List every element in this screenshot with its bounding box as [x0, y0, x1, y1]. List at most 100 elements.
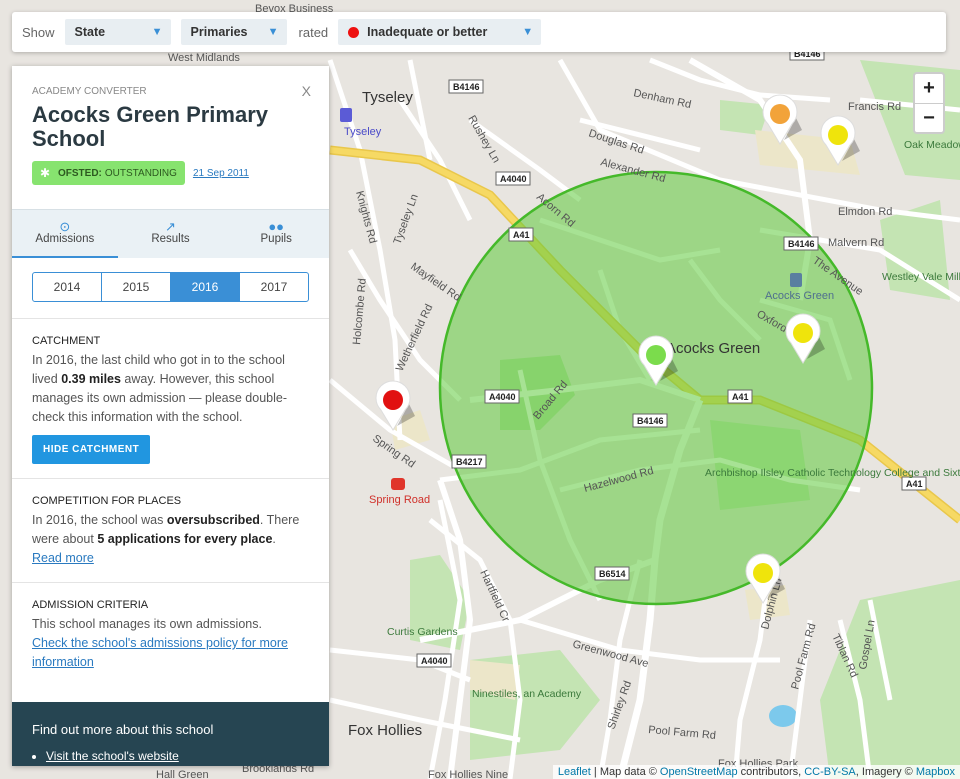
- road-shield: B4146: [448, 79, 484, 94]
- school-website-link[interactable]: Visit the school's website: [46, 749, 179, 763]
- tab-pupils[interactable]: ●● Pupils: [223, 210, 329, 258]
- station-icon: [391, 478, 405, 490]
- criteria-text: This school manages its own admissions. C…: [32, 617, 288, 669]
- station-label: Acocks Green: [765, 290, 834, 302]
- school-name: Acocks Green Primary School: [32, 102, 269, 151]
- osm-link[interactable]: OpenStreetMap: [660, 766, 738, 778]
- road-label: Hall Green: [156, 769, 209, 779]
- rating-color-dot-icon: [348, 26, 360, 38]
- svg-text:B4217: B4217: [456, 457, 483, 467]
- road-shield: A4040: [484, 389, 520, 404]
- svg-text:B4146: B4146: [453, 82, 480, 92]
- attribution-text: , Imagery ©: [855, 766, 916, 778]
- road-label: Elmdon Rd: [838, 206, 892, 218]
- rating-select[interactable]: Inadequate or better ▼: [338, 19, 542, 45]
- catchment-text: In 2016, the last child who got in to th…: [32, 353, 287, 424]
- section-heading: CATCHMENT: [32, 335, 101, 347]
- park-label: Archbishop Ilsley Catholic Technology Co…: [705, 467, 960, 479]
- park-label: Ninestiles, an Academy: [472, 688, 582, 700]
- svg-text:A4040: A4040: [500, 174, 527, 184]
- read-more-link[interactable]: Read more: [32, 551, 94, 565]
- svg-text:A41: A41: [513, 230, 530, 240]
- phase-select-value: Primaries: [190, 25, 248, 39]
- park-label: Westley Vale Millennium Green: [882, 271, 960, 283]
- year-2015-button[interactable]: 2015: [102, 273, 171, 301]
- attribution-text: contributors,: [737, 766, 805, 778]
- svg-text:B4146: B4146: [788, 239, 815, 249]
- star-icon: ✱: [40, 166, 51, 180]
- license-link[interactable]: CC-BY-SA: [804, 766, 856, 778]
- section-heading: ADMISSION CRITERIA: [32, 599, 149, 611]
- phase-select[interactable]: Primaries ▼: [180, 19, 287, 45]
- zoom-control: + −: [913, 72, 945, 134]
- state-select-value: State: [74, 25, 106, 39]
- ofsted-date-link[interactable]: 21 Sep 2011: [193, 168, 249, 179]
- filter-bar: Show State ▼ Primaries ▼ rated Inadequat…: [12, 12, 946, 52]
- station-icon: [340, 108, 352, 122]
- tab-label: Pupils: [260, 233, 292, 245]
- competition-text: In 2016, the school was oversubscribed. …: [32, 513, 300, 565]
- road-shield: B4146: [632, 413, 668, 428]
- station-icon: [790, 273, 802, 287]
- find-out-title: Find out more about this school: [32, 722, 214, 737]
- road-label: Malvern Rd: [828, 237, 884, 249]
- hide-catchment-button[interactable]: HIDE CATCHMENT: [32, 435, 151, 464]
- road-shield: A41: [508, 227, 534, 242]
- admissions-policy-link[interactable]: Check the school's admissions policy for…: [32, 636, 288, 669]
- zoom-out-button[interactable]: −: [915, 104, 943, 133]
- place-label: Tyseley: [362, 89, 413, 106]
- find-out-more-section: Find out more about this school Visit th…: [12, 702, 329, 766]
- road-shield: A4040: [495, 171, 531, 186]
- panel-tabs: ⊙ Admissions ↗ Results ●● Pupils: [12, 209, 329, 258]
- road-label: West Midlands: [168, 52, 240, 64]
- chevron-down-icon: ▼: [151, 26, 163, 38]
- svg-text:B6514: B6514: [599, 569, 626, 579]
- zoom-in-button[interactable]: +: [915, 74, 943, 104]
- svg-text:A41: A41: [732, 392, 749, 402]
- road-shield: B4146: [783, 236, 819, 251]
- tab-results[interactable]: ↗ Results: [118, 210, 224, 258]
- park-label: Curtis Gardens: [387, 626, 458, 638]
- criteria-section: ADMISSION CRITERIA This school manages i…: [12, 582, 329, 686]
- year-2017-button[interactable]: 2017: [240, 273, 308, 301]
- place-label: Fox Hollies: [348, 722, 422, 739]
- catchment-section: CATCHMENT In 2016, the last child who go…: [12, 318, 329, 478]
- road-label: Francis Rd: [848, 101, 901, 113]
- tab-admissions[interactable]: ⊙ Admissions: [12, 210, 118, 258]
- road-shield: A41: [727, 389, 753, 404]
- people-icon: ●●: [268, 219, 285, 234]
- ofsted-label: OFSTED:: [58, 167, 102, 179]
- svg-text:A41: A41: [906, 479, 923, 489]
- year-2014-button[interactable]: 2014: [33, 273, 102, 301]
- road-shield: B4217: [451, 454, 487, 469]
- year-2016-button[interactable]: 2016: [171, 273, 240, 301]
- place-label: Acocks Green: [666, 340, 760, 357]
- road-shield: B6514: [594, 566, 630, 581]
- road-label: Fox Hollies Nine: [428, 769, 508, 779]
- station-label: Tyseley: [344, 126, 382, 138]
- svg-text:B4146: B4146: [637, 416, 664, 426]
- close-button[interactable]: X: [302, 83, 311, 99]
- school-type: Academy Converter: [32, 86, 147, 97]
- competition-section: COMPETITION FOR PLACES In 2016, the scho…: [12, 478, 329, 582]
- tab-label: Admissions: [35, 233, 95, 245]
- pond: [769, 705, 797, 727]
- state-select[interactable]: State ▼: [64, 19, 171, 45]
- school-panel: Academy Converter X Acocks Green Primary…: [12, 66, 329, 766]
- clock-icon: ⊙: [59, 219, 71, 234]
- svg-text:A4040: A4040: [489, 392, 516, 402]
- show-label: Show: [22, 24, 55, 40]
- chevron-down-icon: ▼: [267, 26, 279, 38]
- station-label: Spring Road: [369, 494, 430, 506]
- road-shield: A4040: [416, 653, 452, 668]
- tab-label: Results: [151, 233, 190, 245]
- attribution-text: | Map data ©: [590, 766, 660, 778]
- chevron-down-icon: ▼: [522, 26, 534, 38]
- svg-text:A4040: A4040: [421, 656, 448, 666]
- rated-label: rated: [298, 24, 329, 40]
- leaflet-link[interactable]: Leaflet: [558, 766, 591, 778]
- mapbox-link[interactable]: Mapbox: [916, 766, 955, 778]
- park-label: Oak Meadow Open Sp: [904, 139, 960, 151]
- trend-icon: ↗: [165, 219, 176, 234]
- section-heading: COMPETITION FOR PLACES: [32, 495, 182, 507]
